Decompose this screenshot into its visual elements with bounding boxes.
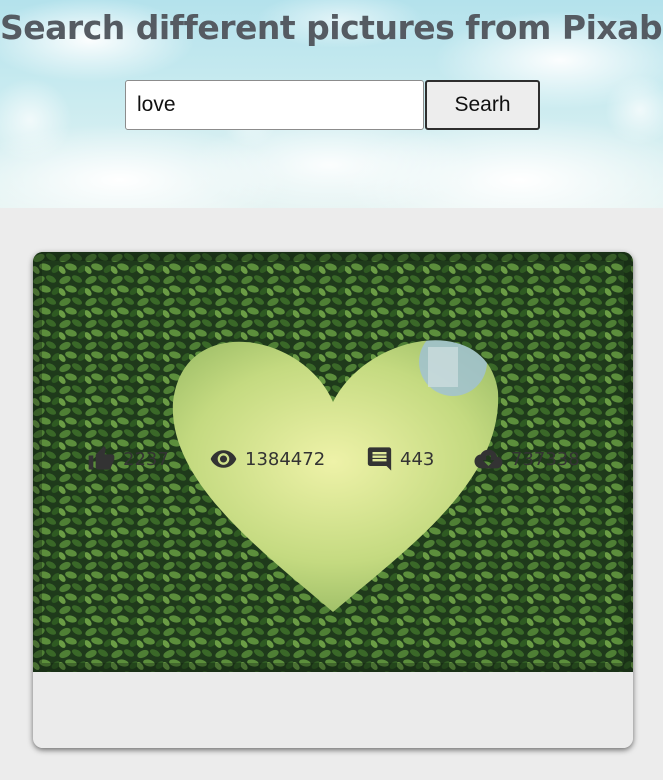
downloads-stat: 737338	[472, 444, 580, 474]
search-input[interactable]	[125, 80, 424, 130]
result-card[interactable]	[33, 252, 633, 748]
views-count: 1384472	[245, 448, 326, 470]
comment-icon	[365, 445, 394, 473]
downloads-count: 737338	[511, 448, 580, 470]
search-button[interactable]: Searh	[425, 80, 540, 130]
likes-stat: 2237	[86, 444, 169, 474]
comments-count: 443	[400, 448, 435, 470]
views-stat: 1384472	[208, 444, 325, 474]
hero-header: Search different pictures from Pixabay S…	[0, 0, 663, 208]
page-title: Search different pictures from Pixabay	[0, 8, 663, 47]
thumb-up-icon	[86, 445, 117, 473]
likes-count: 2237	[123, 448, 169, 470]
comments-stat: 443	[365, 444, 434, 474]
card-footer	[33, 672, 633, 748]
download-cloud-icon	[472, 445, 505, 473]
eye-icon	[208, 445, 239, 473]
